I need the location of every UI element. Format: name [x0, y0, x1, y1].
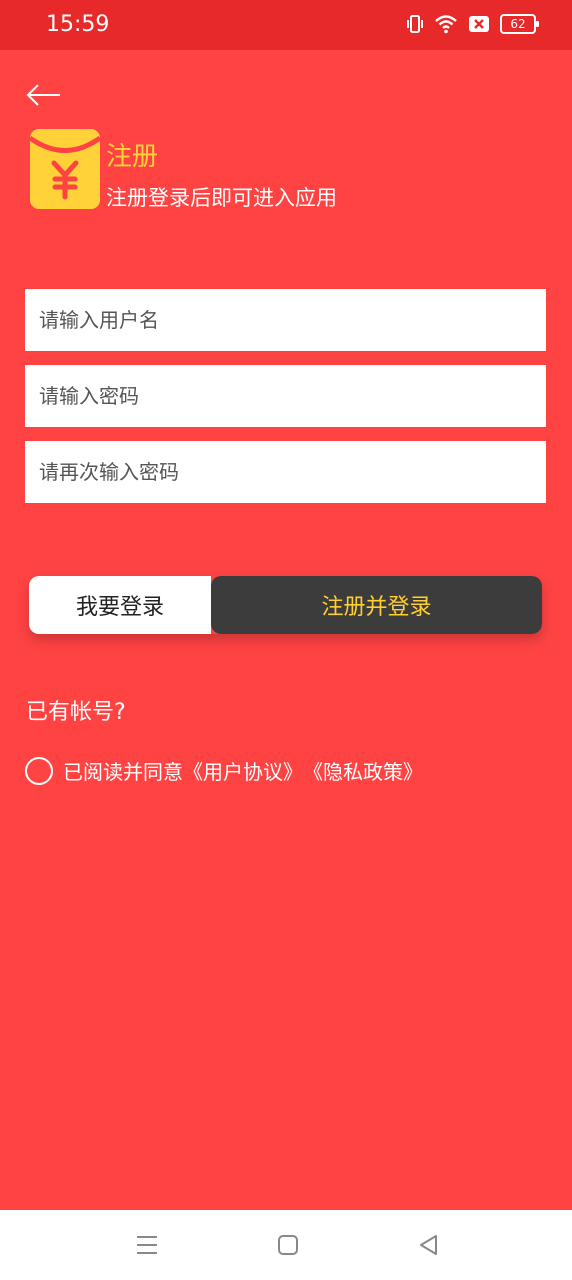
status-time: 15:59	[46, 12, 110, 37]
status-bar: 15:59 62	[0, 0, 572, 50]
privacy-policy-link[interactable]: 《隐私政策》	[303, 756, 423, 785]
username-input[interactable]	[25, 289, 546, 351]
page-subtitle: 注册登录后即可进入应用	[106, 186, 337, 210]
agreement-row: 已阅读并同意 《用户协议》 《隐私政策》	[25, 756, 423, 785]
vibrate-icon	[407, 15, 423, 33]
agreement-radio[interactable]	[25, 756, 53, 785]
home-icon[interactable]	[275, 1232, 301, 1258]
password-input[interactable]	[25, 365, 546, 427]
agreement-text: 已阅读并同意 《用户协议》 《隐私政策》	[63, 756, 423, 785]
has-account-link[interactable]: 已有帐号?	[26, 694, 126, 726]
red-envelope-logo-icon	[30, 129, 100, 209]
status-icons: 62	[406, 14, 539, 34]
wifi-icon	[435, 15, 457, 34]
agreement-prefix: 已阅读并同意	[63, 760, 183, 784]
sim-off-icon	[469, 16, 489, 32]
user-agreement-link[interactable]: 《用户协议》	[183, 756, 303, 785]
battery-level: 62	[510, 17, 526, 31]
action-button-group: 我要登录 注册并登录	[29, 576, 542, 634]
login-button[interactable]: 我要登录	[29, 576, 211, 634]
register-and-login-button[interactable]: 注册并登录	[211, 576, 542, 634]
menu-icon[interactable]	[134, 1232, 160, 1258]
page-title: 注册	[106, 142, 159, 172]
back-icon[interactable]	[416, 1232, 442, 1258]
back-arrow-icon[interactable]	[24, 80, 64, 110]
confirm-password-input[interactable]	[25, 441, 546, 503]
system-nav-bar	[0, 1210, 572, 1280]
battery-icon: 62	[500, 14, 539, 34]
